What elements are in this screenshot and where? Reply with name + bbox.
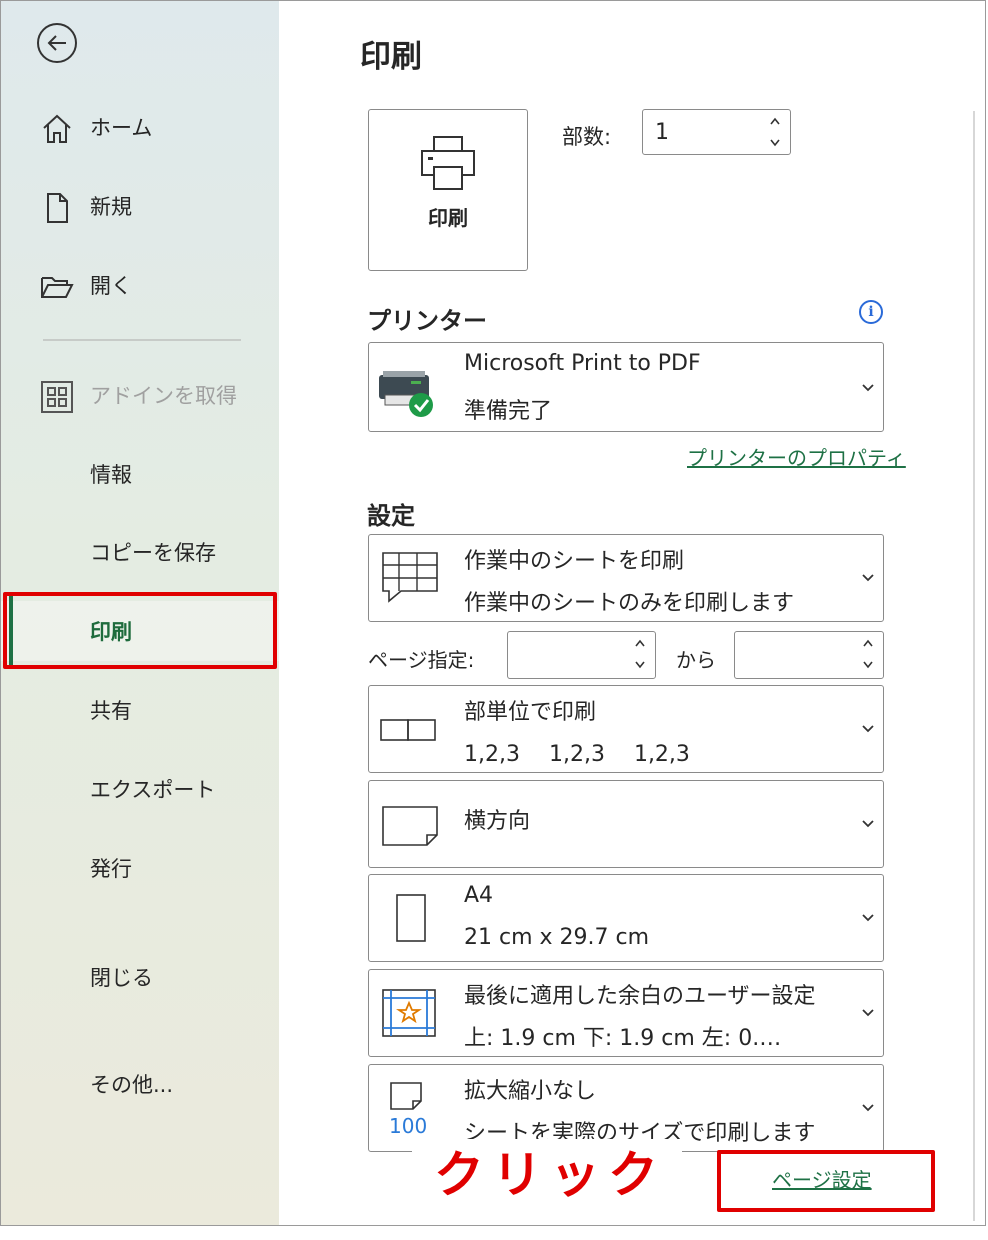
sidebar-item-open[interactable]: 開く bbox=[1, 255, 279, 315]
copies-input[interactable]: 1 bbox=[642, 109, 791, 155]
portrait-page-icon bbox=[396, 894, 426, 942]
printer-status: 準備完了 bbox=[464, 399, 553, 424]
custom-margins-icon bbox=[382, 989, 436, 1037]
spin-arrows-icon[interactable] bbox=[861, 636, 875, 672]
orientation-title: 横方向 bbox=[464, 809, 531, 834]
folder-open-icon bbox=[41, 277, 74, 298]
printer-properties-link[interactable]: プリンターのプロパティ bbox=[687, 442, 906, 471]
sidebar-item-label: アドインを取得 bbox=[90, 384, 237, 408]
sidebar-item-label: ホーム bbox=[90, 116, 153, 140]
chevron-down-icon bbox=[862, 1104, 874, 1112]
chevron-down-icon bbox=[862, 384, 874, 392]
sheet-grid-icon bbox=[382, 552, 438, 603]
pages-to-label: から bbox=[676, 648, 716, 672]
svg-text:100: 100 bbox=[389, 1114, 427, 1138]
print-button[interactable]: 印刷 bbox=[368, 109, 528, 271]
sidebar-item-home[interactable]: ホーム bbox=[1, 97, 279, 157]
print-scope-desc: 作業中のシートのみを印刷します bbox=[464, 591, 795, 616]
back-button[interactable] bbox=[37, 23, 77, 63]
new-document-icon bbox=[47, 193, 68, 223]
sidebar-item-label: 新規 bbox=[90, 195, 132, 219]
sidebar-item-label: エクスポート bbox=[90, 778, 216, 802]
actual-size-icon: 100 bbox=[389, 1082, 427, 1138]
pages-from-input[interactable] bbox=[507, 631, 656, 679]
paper-size-desc: 21 cm x 29.7 cm bbox=[464, 925, 650, 950]
scrollbar[interactable] bbox=[973, 111, 975, 1221]
sidebar-item-label: コピーを保存 bbox=[90, 541, 216, 565]
collate-title: 部単位で印刷 bbox=[464, 700, 597, 725]
pages-to-input[interactable] bbox=[734, 631, 884, 679]
chevron-down-icon bbox=[862, 1009, 874, 1017]
printer-section-title: プリンター bbox=[367, 307, 487, 335]
paper-size-title: A4 bbox=[464, 883, 494, 908]
spin-arrows-icon[interactable] bbox=[768, 114, 782, 150]
sidebar-item-export[interactable]: エクスポート bbox=[1, 759, 279, 819]
printer-ready-icon bbox=[379, 371, 433, 417]
sidebar-item-label: 開く bbox=[90, 274, 132, 298]
landscape-page-icon bbox=[382, 806, 438, 846]
print-button-label: 印刷 bbox=[428, 206, 468, 230]
print-scope-title: 作業中のシートを印刷 bbox=[464, 549, 685, 574]
page-title: 印刷 bbox=[360, 39, 422, 75]
printer-dropdown[interactable]: Microsoft Print to PDF 準備完了 bbox=[368, 342, 884, 432]
sidebar-item-label: 発行 bbox=[90, 857, 132, 881]
sidebar-item-info[interactable]: 情報 bbox=[1, 444, 279, 504]
copies-value: 1 bbox=[655, 120, 669, 145]
margins-title: 最後に適用した余白のユーザー設定 bbox=[464, 984, 816, 1009]
backstage-sidebar: ホーム 新規 開く アドインを取得 情報 コピーを保存 印刷 共有 エクスポート… bbox=[1, 1, 279, 1225]
info-icon[interactable]: i bbox=[859, 300, 883, 324]
sidebar-item-label: 情報 bbox=[90, 463, 132, 487]
back-arrow-icon bbox=[47, 35, 66, 51]
chevron-down-icon bbox=[862, 914, 874, 922]
home-icon bbox=[43, 114, 71, 143]
sidebar-item-label: その他... bbox=[90, 1073, 174, 1097]
sidebar-item-share[interactable]: 共有 bbox=[1, 680, 279, 740]
margins-desc: 上: 1.9 cm 下: 1.9 cm 左: 0.… bbox=[464, 1026, 782, 1051]
scaling-title: 拡大縮小なし bbox=[464, 1079, 597, 1104]
copies-label: 部数: bbox=[562, 125, 612, 149]
collate-desc: 1,2,3 1,2,3 1,2,3 bbox=[464, 742, 690, 767]
sidebar-item-label: 閉じる bbox=[90, 966, 153, 990]
backstage-window: ホーム 新規 開く アドインを取得 情報 コピーを保存 印刷 共有 エクスポート… bbox=[0, 0, 986, 1226]
printer-icon bbox=[421, 136, 475, 190]
pages-label: ページ指定: bbox=[368, 648, 475, 672]
printer-name: Microsoft Print to PDF bbox=[464, 351, 701, 376]
chevron-down-icon bbox=[862, 820, 874, 828]
chevron-down-icon bbox=[862, 574, 874, 582]
annotation-click-text: クリック bbox=[434, 1146, 666, 1204]
add-ins-icon bbox=[41, 381, 73, 413]
collate-dropdown[interactable]: 部単位で印刷 1,2,3 1,2,3 1,2,3 bbox=[368, 685, 884, 773]
sidebar-item-save-copy[interactable]: コピーを保存 bbox=[1, 522, 279, 582]
sidebar-item-close[interactable]: 閉じる bbox=[1, 947, 279, 1007]
print-scope-dropdown[interactable]: 作業中のシートを印刷 作業中のシートのみを印刷します bbox=[368, 534, 884, 622]
orientation-dropdown[interactable]: 横方向 bbox=[368, 780, 884, 868]
settings-section-title: 設定 bbox=[367, 502, 415, 530]
sidebar-item-get-add-ins: アドインを取得 bbox=[1, 365, 279, 425]
sidebar-item-publish[interactable]: 発行 bbox=[1, 838, 279, 898]
sidebar-divider bbox=[43, 339, 241, 341]
collated-pages-icon bbox=[380, 719, 436, 741]
sidebar-item-more[interactable]: その他... bbox=[1, 1054, 279, 1114]
margins-dropdown[interactable]: 最後に適用した余白のユーザー設定 上: 1.9 cm 下: 1.9 cm 左: … bbox=[368, 969, 884, 1057]
sidebar-item-new[interactable]: 新規 bbox=[1, 176, 279, 236]
paper-size-dropdown[interactable]: A4 21 cm x 29.7 cm bbox=[368, 874, 884, 962]
spin-arrows-icon[interactable] bbox=[633, 636, 647, 672]
chevron-down-icon bbox=[862, 725, 874, 733]
annotation-highlight-print bbox=[3, 592, 277, 669]
sidebar-item-label: 共有 bbox=[90, 699, 132, 723]
annotation-highlight-page-setup bbox=[717, 1150, 935, 1212]
